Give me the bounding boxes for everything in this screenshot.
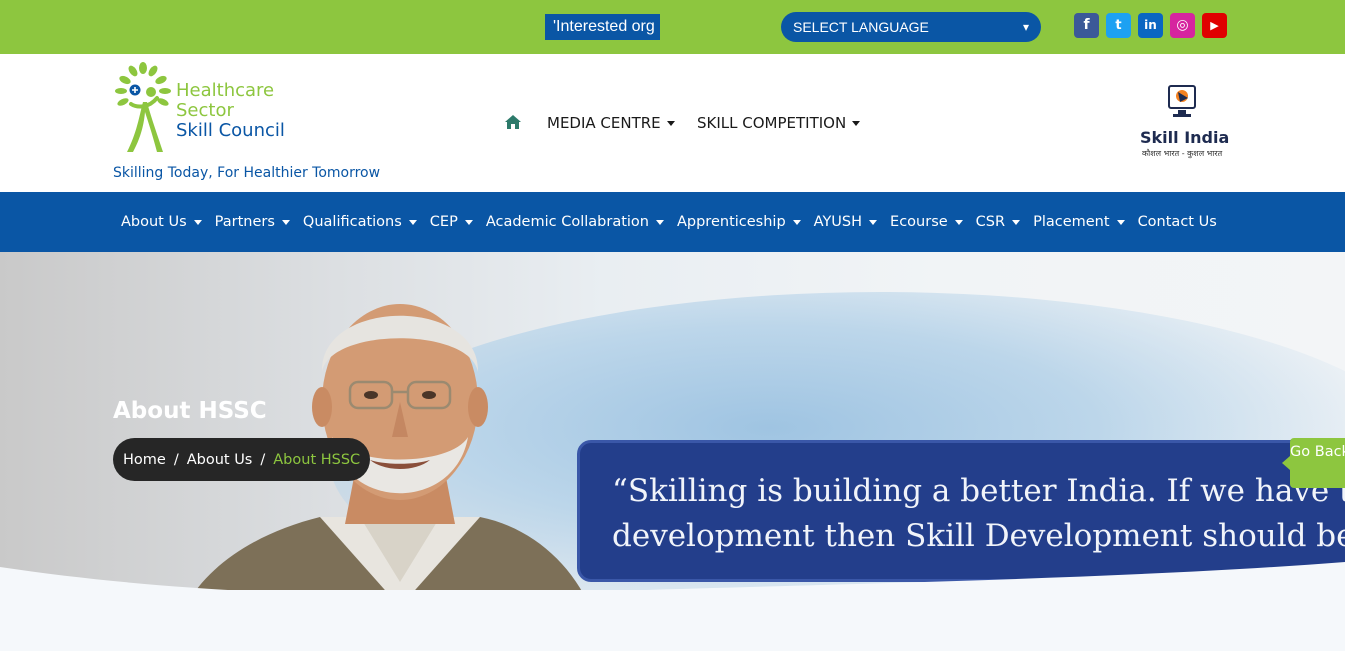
breadcrumb-current: About HSSC (273, 451, 361, 468)
nav-cep[interactable]: CEP (430, 214, 473, 230)
quote-line-1: “Skilling is building a better India. If… (612, 473, 1345, 509)
caret-down-icon (464, 219, 473, 225)
youtube-icon[interactable]: ▶ (1202, 13, 1227, 38)
breadcrumb-separator: / (173, 451, 179, 468)
top-bar: 'Interested org SELECT LANGUAGE ▾ f t in… (0, 0, 1345, 54)
hero-wave-divider (0, 562, 1345, 651)
caret-down-icon (281, 219, 290, 225)
breadcrumb: Home / About Us / About HSSC (113, 438, 371, 481)
logo-line-3: Skill Council (176, 120, 285, 141)
twitter-icon[interactable]: t (1106, 13, 1131, 38)
caret-down-icon (792, 219, 801, 225)
nav-ayush-label: AYUSH (813, 214, 863, 230)
skill-india-title: Skill India (1140, 128, 1230, 147)
nav-media-centre[interactable]: MEDIA CENTRE (547, 114, 675, 132)
nav-cep-label: CEP (429, 214, 458, 230)
nav-qualifications[interactable]: Qualifications (303, 214, 417, 230)
logo-line-1: Healthcare (176, 80, 275, 101)
page-title: About HSSC (113, 398, 267, 424)
nav-placement-label: Placement (1033, 214, 1110, 230)
logo-line-2: Sector (176, 100, 234, 121)
caret-down-icon (954, 219, 963, 225)
nav-csr[interactable]: CSR (975, 214, 1021, 230)
hero-banner: About HSSC Home / About Us / About HSSC … (0, 252, 1345, 651)
nav-placement[interactable]: Placement (1033, 214, 1125, 230)
breadcrumb-about-us[interactable]: About Us (187, 452, 253, 468)
go-back-button[interactable]: Go Back (1282, 438, 1345, 488)
nav-contact-us[interactable]: Contact Us (1138, 214, 1217, 230)
skill-india-logo[interactable]: Skill India कौशल भारत - कुशल भारत (1138, 84, 1232, 160)
quote-text: “Skilling is building a better India. If… (612, 469, 1345, 559)
nav-about-us[interactable]: About Us (121, 214, 202, 230)
caret-down-icon (666, 121, 675, 126)
facebook-icon[interactable]: f (1074, 13, 1099, 38)
caret-down-icon (869, 219, 878, 225)
nav-skill-competition[interactable]: SKILL COMPETITION (697, 114, 861, 132)
skill-india-subtitle: कौशल भारत - कुशल भारत (1142, 149, 1223, 158)
caret-down-icon (655, 219, 664, 225)
nav-partners[interactable]: Partners (215, 214, 290, 230)
nav-apprenticeship-label: Apprenticeship (676, 214, 786, 230)
nav-skill-competition-label: SKILL COMPETITION (697, 114, 847, 132)
nav-academic-collabration[interactable]: Academic Collabration (486, 214, 664, 230)
nav-ayush[interactable]: AYUSH (813, 214, 878, 230)
news-ticker[interactable]: 'Interested org (545, 14, 660, 40)
caret-down-icon (1012, 219, 1021, 225)
caret-down-icon (408, 219, 417, 225)
caret-down-icon (852, 121, 861, 126)
nav-media-centre-label: MEDIA CENTRE (547, 114, 661, 132)
nav-csr-label: CSR (975, 214, 1006, 230)
hssc-logo-text[interactable]: Healthcare Sector Skill Council (176, 81, 285, 141)
chevron-down-icon: ▾ (1022, 20, 1029, 34)
nav-ecourse-label: Ecourse (890, 214, 948, 230)
linkedin-icon[interactable]: in (1138, 13, 1163, 38)
caret-down-icon (193, 219, 202, 225)
main-nav-list: About Us Partners Qualifications CEP Aca… (121, 192, 1230, 252)
breadcrumb-home[interactable]: Home (123, 452, 166, 468)
quote-line-2: development then Skill Development shoul… (612, 518, 1345, 554)
breadcrumb-separator: / (260, 451, 266, 468)
tagline: Skilling Today, For Healthier Tomorrow (113, 165, 381, 181)
main-navigation: About Us Partners Qualifications CEP Aca… (0, 192, 1345, 252)
nav-about-us-label: About Us (121, 214, 187, 230)
nav-apprenticeship[interactable]: Apprenticeship (677, 214, 801, 230)
nav-contact-us-label: Contact Us (1137, 214, 1217, 230)
instagram-icon[interactable]: ◎ (1170, 13, 1195, 38)
skill-india-emblem-icon (1168, 85, 1196, 117)
home-icon[interactable] (504, 114, 522, 130)
nav-qualifications-label: Qualifications (302, 214, 402, 230)
language-select-value: SELECT LANGUAGE (793, 19, 929, 35)
hssc-logo-icon[interactable] (113, 62, 173, 154)
language-select[interactable]: SELECT LANGUAGE ▾ (781, 12, 1041, 42)
caret-down-icon (1116, 219, 1125, 225)
hero-portrait-image (185, 304, 590, 607)
nav-academic-collabration-label: Academic Collabration (485, 214, 649, 230)
nav-partners-label: Partners (214, 214, 275, 230)
nav-ecourse[interactable]: Ecourse (890, 214, 963, 230)
site-header: Healthcare Sector Skill Council Skilling… (0, 54, 1345, 192)
